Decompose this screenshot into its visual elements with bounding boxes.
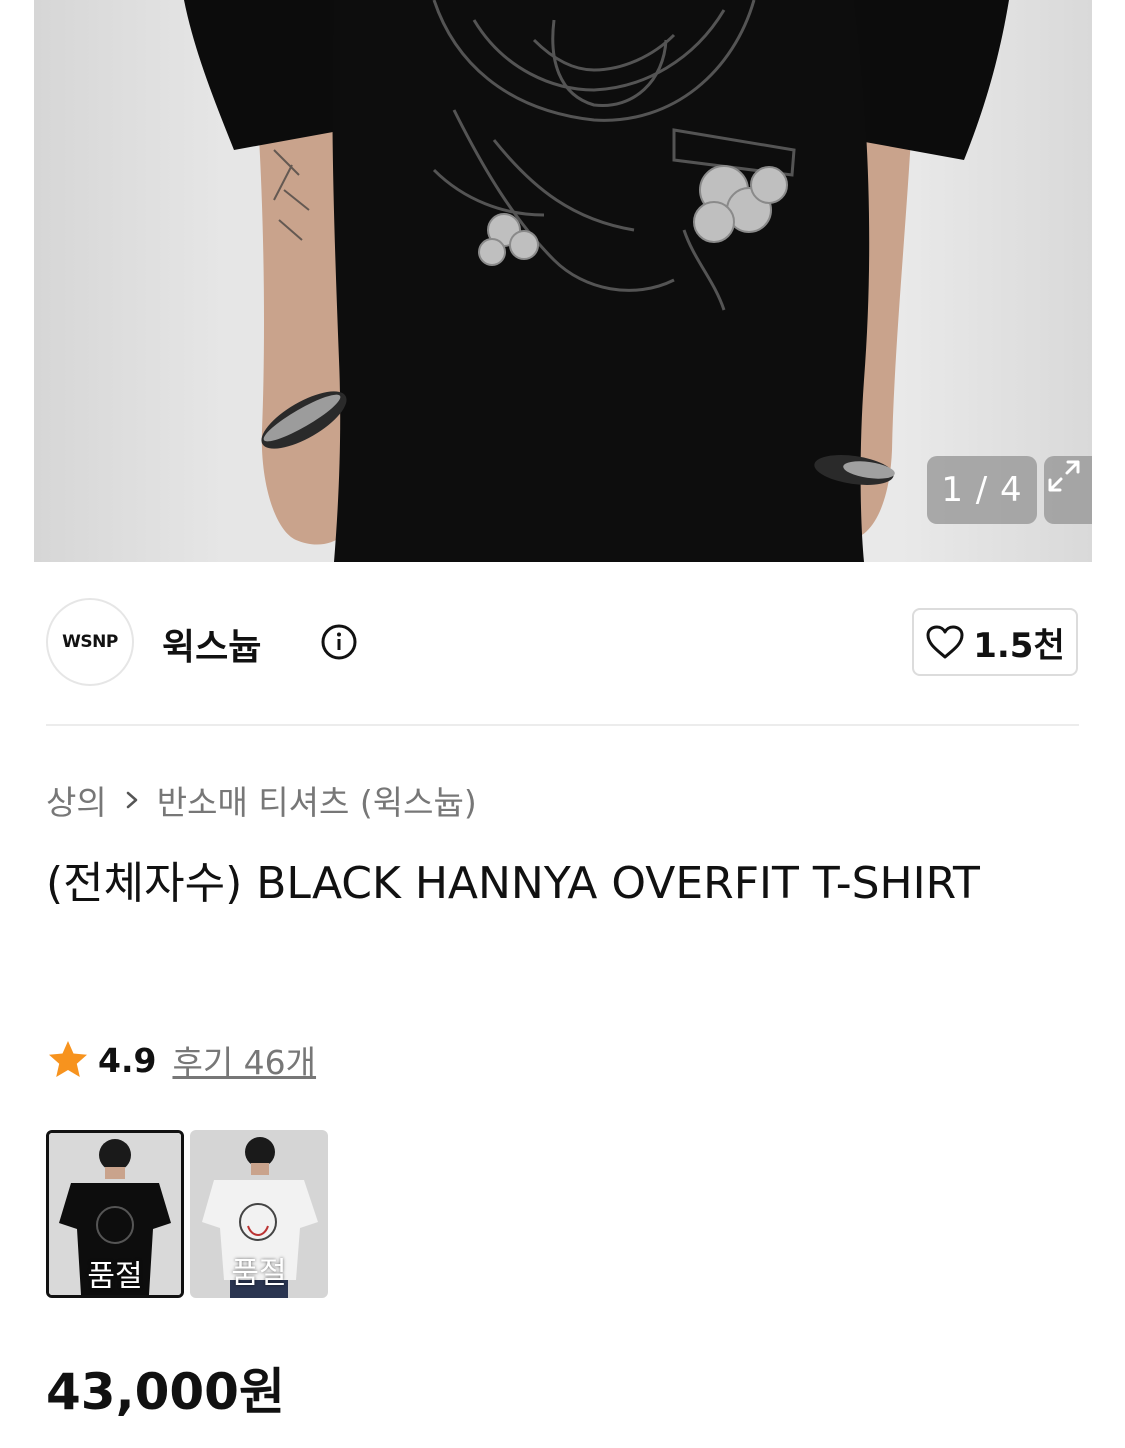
- store-name[interactable]: 윅스늅: [162, 618, 261, 670]
- rating-value: 4.9: [98, 1040, 157, 1080]
- product-price: 43,000원: [46, 1363, 285, 1421]
- product-gallery[interactable]: 1 / 4: [0, 0, 1125, 562]
- heart-outline-icon: [926, 625, 964, 659]
- like-button[interactable]: 1.5천: [912, 608, 1078, 676]
- variant-thumbnail-white[interactable]: 품절: [190, 1130, 328, 1298]
- breadcrumb-level1[interactable]: 상의: [46, 776, 107, 824]
- image-counter: 1 / 4: [927, 456, 1037, 524]
- review-link[interactable]: 후기 46개: [172, 1036, 316, 1084]
- store-row: WSNP 윅스늅 1.5천: [46, 598, 1079, 690]
- info-icon[interactable]: [321, 624, 357, 660]
- sold-out-label: 품절: [87, 1259, 143, 1294]
- product-title: (전체자수) BLACK HANNYA OVERFIT T-SHIRT: [46, 858, 980, 909]
- breadcrumb-level2[interactable]: 반소매 티셔츠 (윅스늅): [157, 776, 477, 824]
- variant-thumbnail-black[interactable]: 품절: [46, 1130, 184, 1298]
- sold-out-label: 품절: [231, 1256, 287, 1291]
- expand-image-button[interactable]: [1044, 456, 1092, 524]
- rating-row: 4.9 후기 46개: [46, 1036, 316, 1084]
- divider: [46, 724, 1079, 726]
- product-main-image[interactable]: 1 / 4: [34, 0, 1092, 562]
- variant-thumbnails: 품절 품절: [46, 1130, 328, 1298]
- breadcrumb: 상의 반소매 티셔츠 (윅스늅): [46, 776, 477, 824]
- expand-icon: [1048, 460, 1080, 492]
- chevron-right-icon: [126, 791, 137, 809]
- store-logo[interactable]: WSNP: [46, 598, 134, 686]
- star-icon: [49, 1041, 87, 1077]
- like-count: 1.5천: [973, 625, 1065, 666]
